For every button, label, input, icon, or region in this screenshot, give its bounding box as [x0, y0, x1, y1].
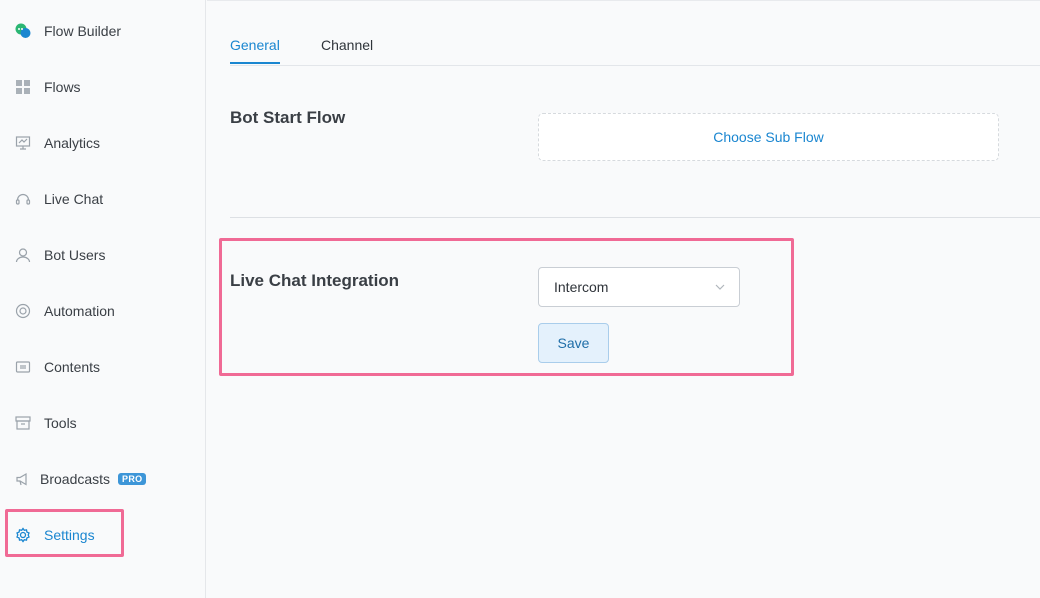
sidebar-item-label: Flow Builder [44, 23, 122, 39]
sidebar-item-label: Settings [44, 527, 95, 543]
live-chat-provider-select[interactable]: Intercom [538, 267, 740, 307]
gear-icon [14, 526, 32, 544]
sidebar-item-settings[interactable]: Settings [0, 507, 206, 563]
sidebar-item-label: Flows [44, 79, 81, 95]
sidebar-item-broadcasts[interactable]: Broadcasts PRO [0, 451, 206, 507]
sidebar-item-label: Broadcasts [40, 471, 111, 487]
chat-bubbles-icon [14, 22, 32, 40]
sidebar-item-contents[interactable]: Contents [0, 339, 206, 395]
sidebar-item-bot-users[interactable]: Bot Users [0, 227, 206, 283]
sidebar: Flow Builder Flows Analytics Live Chat B… [0, 0, 206, 598]
contents-icon [14, 358, 32, 376]
headset-icon [14, 190, 32, 208]
lifebuoy-icon [14, 302, 32, 320]
save-button[interactable]: Save [538, 323, 609, 363]
sidebar-item-flow-builder[interactable]: Flow Builder [0, 3, 206, 59]
archive-box-icon [14, 414, 32, 432]
sidebar-item-label: Analytics [44, 135, 101, 151]
main-content: General Channel Bot Start Flow Choose Su… [207, 0, 1040, 598]
pro-badge: PRO [118, 473, 147, 485]
chevron-down-icon [713, 280, 727, 294]
sidebar-item-label: Tools [44, 415, 77, 431]
select-value: Intercom [554, 279, 609, 295]
bot-start-flow-title: Bot Start Flow [230, 108, 346, 127]
grid-icon [14, 78, 32, 96]
sidebar-item-live-chat[interactable]: Live Chat [0, 171, 206, 227]
sidebar-item-analytics[interactable]: Analytics [0, 115, 206, 171]
sidebar-item-label-group: Broadcasts PRO [40, 471, 147, 487]
tab-general[interactable]: General [230, 37, 280, 65]
sidebar-item-label: Live Chat [44, 191, 104, 207]
tab-channel[interactable]: Channel [321, 37, 373, 65]
tab-bar: General Channel [230, 0, 1040, 66]
user-icon [14, 246, 32, 264]
sidebar-item-label: Contents [44, 359, 101, 375]
choose-sub-flow-button[interactable]: Choose Sub Flow [538, 113, 999, 161]
section-divider [230, 217, 1040, 218]
megaphone-icon [14, 470, 32, 488]
sidebar-item-label: Automation [44, 303, 115, 319]
live-chat-integration-title: Live Chat Integration [230, 271, 400, 290]
sidebar-item-tools[interactable]: Tools [0, 395, 206, 451]
sidebar-item-flows[interactable]: Flows [0, 59, 206, 115]
live-chat-highlight-annotation [219, 238, 794, 376]
sidebar-item-automation[interactable]: Automation [0, 283, 206, 339]
sidebar-item-label: Bot Users [44, 247, 106, 263]
presentation-board-icon [14, 134, 32, 152]
